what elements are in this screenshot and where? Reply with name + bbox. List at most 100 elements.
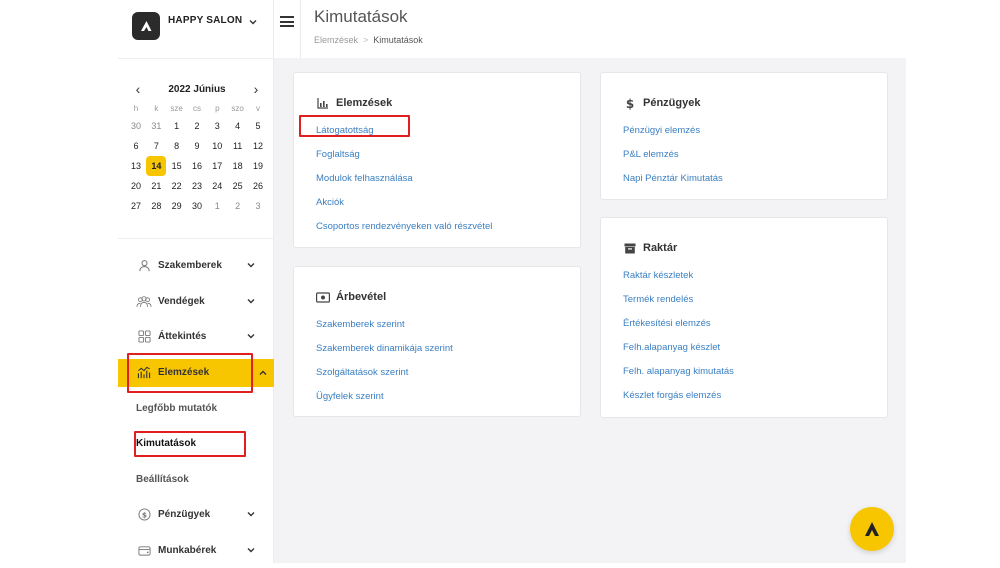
sidebar-item-attekintes[interactable]: Áttekintés — [118, 319, 274, 355]
card-penzugyek: $ Pénzügyek Pénzügyi elemzés P&L elemzés… — [600, 72, 888, 200]
main-content: Elemzések Látogatottság Foglaltság Modul… — [274, 58, 906, 563]
calendar-day[interactable]: 20 — [126, 176, 146, 196]
calendar-next-button[interactable]: › — [248, 81, 264, 97]
calendar-prev-button[interactable]: ‹ — [130, 81, 146, 97]
calendar-day[interactable]: 31 — [146, 116, 166, 136]
calendar-day[interactable]: 11 — [228, 136, 248, 156]
sidebar-item-label: Elemzések — [158, 367, 209, 378]
calendar-day[interactable]: 17 — [207, 156, 227, 176]
sidebar-item-szakemberek[interactable]: Szakemberek — [118, 248, 274, 284]
sidebar-subitem-legfobb-mutatok[interactable]: Legfőbb mutatók — [118, 391, 274, 427]
calendar-day[interactable]: 29 — [167, 196, 187, 216]
link-felh-alapanyag-kimutatas[interactable]: Felh. alapanyag kimutatás — [623, 364, 865, 388]
calendar-day[interactable]: 23 — [187, 176, 207, 196]
chevron-down-icon — [246, 260, 256, 273]
link-foglaltsag[interactable]: Foglaltság — [316, 147, 558, 171]
wallet-icon — [136, 542, 152, 558]
card-arbevetel: Árbevétel Szakemberek szerint Szakembere… — [293, 266, 581, 417]
weekday-label: v — [248, 102, 268, 116]
link-latogatottsag[interactable]: Látogatottság — [316, 123, 558, 147]
menu-toggle-icon[interactable] — [280, 16, 294, 28]
weekday-label: szo — [228, 102, 248, 116]
calendar-day[interactable]: 2 — [187, 116, 207, 136]
weekday-label: h — [126, 102, 146, 116]
brand-switcher[interactable]: HAPPY SALON — [132, 10, 268, 42]
card-title: Árbevétel — [336, 291, 386, 303]
card-title: Raktár — [643, 242, 677, 254]
weekday-label: p — [207, 102, 227, 116]
calendar-day[interactable]: 3 — [248, 196, 268, 216]
dollar-circle-icon: $ — [136, 507, 152, 523]
calendar-day[interactable]: 9 — [187, 136, 207, 156]
weekday-label: cs — [187, 102, 207, 116]
link-penzugyi-elemzes[interactable]: Pénzügyi elemzés — [623, 123, 865, 147]
calendar-day[interactable]: 25 — [228, 176, 248, 196]
calendar-day[interactable]: 21 — [146, 176, 166, 196]
calendar-day[interactable]: 7 — [146, 136, 166, 156]
calendar-day[interactable]: 1 — [207, 196, 227, 216]
divider — [118, 238, 274, 239]
sidebar-subitem-beallitasok[interactable]: Beállítások — [118, 462, 274, 498]
brand-name: HAPPY SALON — [168, 15, 242, 26]
calendar-day[interactable]: 24 — [207, 176, 227, 196]
svg-text:$: $ — [626, 97, 634, 110]
breadcrumb: Elemzések>Kimutatások — [314, 35, 423, 45]
user-icon — [136, 258, 152, 274]
calendar-day[interactable]: 4 — [228, 116, 248, 136]
sidebar-item-label: Szakemberek — [158, 260, 222, 271]
calendar-day[interactable]: 18 — [228, 156, 248, 176]
sidebar-item-penzugyek[interactable]: $ Pénzügyek — [118, 497, 274, 533]
divider — [118, 58, 274, 59]
chevron-up-icon — [258, 368, 268, 381]
link-ertekesitesi-elemzes[interactable]: Értékesítési elemzés — [623, 316, 865, 340]
calendar-day[interactable]: 22 — [167, 176, 187, 196]
calendar-day[interactable]: 1 — [167, 116, 187, 136]
calendar-day[interactable]: 30 — [187, 196, 207, 216]
link-szakemberek-szerint[interactable]: Szakemberek szerint — [316, 317, 558, 341]
calendar-day[interactable]: 10 — [207, 136, 227, 156]
calendar-day[interactable]: 6 — [126, 136, 146, 156]
calendar-day[interactable]: 26 — [248, 176, 268, 196]
link-csoportos-rendezvenyek[interactable]: Csoportos rendezvényeken való részvétel — [316, 219, 558, 243]
link-pl-elemzes[interactable]: P&L elemzés — [623, 147, 865, 171]
link-ugyfelek-szerint[interactable]: Ügyfelek szerint — [316, 389, 558, 413]
calendar-day[interactable]: 3 — [207, 116, 227, 136]
breadcrumb-parent-link[interactable]: Elemzések — [314, 35, 358, 45]
card-title: Elemzések — [336, 97, 392, 109]
calendar-day[interactable]: 30 — [126, 116, 146, 136]
calendar-day[interactable]: 2 — [228, 196, 248, 216]
link-felh-alapanyag-keszlet[interactable]: Felh.alapanyag készlet — [623, 340, 865, 364]
link-napi-penztar[interactable]: Napi Pénztár Kimutatás — [623, 171, 865, 195]
sidebar-subitem-kimutatasok[interactable]: Kimutatások — [118, 426, 274, 462]
calendar-day[interactable]: 13 — [126, 156, 146, 176]
grid-icon — [136, 329, 152, 345]
weekday-label: sze — [167, 102, 187, 116]
sidebar-item-label: Vendégek — [158, 296, 205, 307]
link-modulok-felhasznalasa[interactable]: Modulok felhasználása — [316, 171, 558, 195]
calendar-day[interactable]: 28 — [146, 196, 166, 216]
link-raktar-keszletek[interactable]: Raktár készletek — [623, 268, 865, 292]
calendar-day[interactable]: 16 — [187, 156, 207, 176]
calendar-day-today[interactable]: 14 — [146, 156, 166, 176]
users-icon — [136, 293, 152, 309]
mini-calendar: ‹ 2022 Június › h k sze cs p szo v 30 31… — [126, 80, 268, 216]
link-szolgaltatasok-szerint[interactable]: Szolgáltatások szerint — [316, 365, 558, 389]
link-akciok[interactable]: Akciók — [316, 195, 558, 219]
calendar-day[interactable]: 27 — [126, 196, 146, 216]
sidebar-item-elemzesek[interactable]: Elemzések — [118, 359, 286, 387]
calendar-day[interactable]: 12 — [248, 136, 268, 156]
link-keszlet-forgas-elemzes[interactable]: Készlet forgás elemzés — [623, 388, 865, 412]
calendar-day[interactable]: 5 — [248, 116, 268, 136]
link-szakemberek-dinamikaja[interactable]: Szakemberek dinamikája szerint — [316, 341, 558, 365]
dollar-icon: $ — [623, 96, 637, 110]
brand-logo-fab-button[interactable] — [850, 507, 894, 551]
calendar-day[interactable]: 19 — [248, 156, 268, 176]
calendar-day[interactable]: 15 — [167, 156, 187, 176]
calendar-day[interactable]: 8 — [167, 136, 187, 156]
sidebar-item-vendegek[interactable]: Vendégek — [118, 284, 274, 320]
chevron-down-icon — [246, 509, 256, 522]
chevron-down-icon[interactable] — [248, 14, 258, 32]
link-termek-rendeles[interactable]: Termék rendelés — [623, 292, 865, 316]
card-elemzesek: Elemzések Látogatottság Foglaltság Modul… — [293, 72, 581, 248]
card-raktar: Raktár Raktár készletek Termék rendelés … — [600, 217, 888, 418]
